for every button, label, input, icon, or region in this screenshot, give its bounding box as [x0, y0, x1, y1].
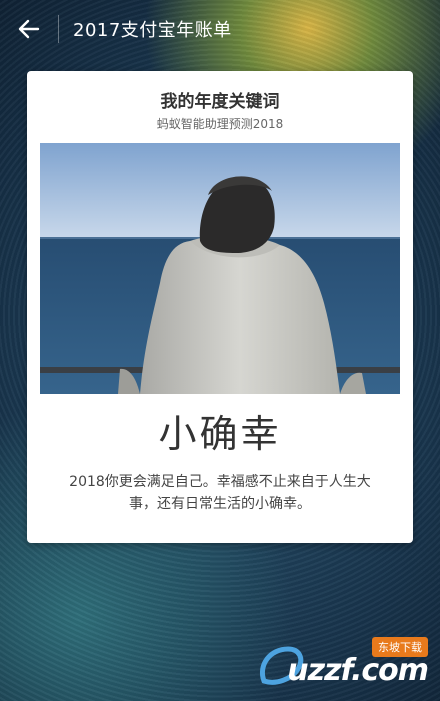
top-bar: 2017支付宝年账单: [0, 0, 440, 58]
keyword-photo: [40, 143, 400, 394]
keyword-description: 2018你更会满足自己。幸福感不止来自于人生大事，还有日常生活的小确幸。: [69, 474, 371, 512]
card-title: 我的年度关键词: [160, 92, 280, 112]
back-button[interactable]: [0, 0, 58, 58]
page-title: 2017支付宝年账单: [73, 20, 232, 41]
watermark-text: uzzf.com: [287, 653, 429, 688]
card-subtitle: 蚂蚁智能助理预测2018: [156, 117, 284, 131]
keyword-card: 我的年度关键词 蚂蚁智能助理预测2018 小确幸 2018你更会满足自己。幸福感…: [27, 71, 413, 543]
header-divider: [58, 15, 59, 43]
annual-keyword: 小确幸: [158, 412, 282, 456]
site-watermark: 东坡下载 uzzf.com: [242, 635, 432, 691]
back-arrow-icon: [18, 19, 40, 39]
